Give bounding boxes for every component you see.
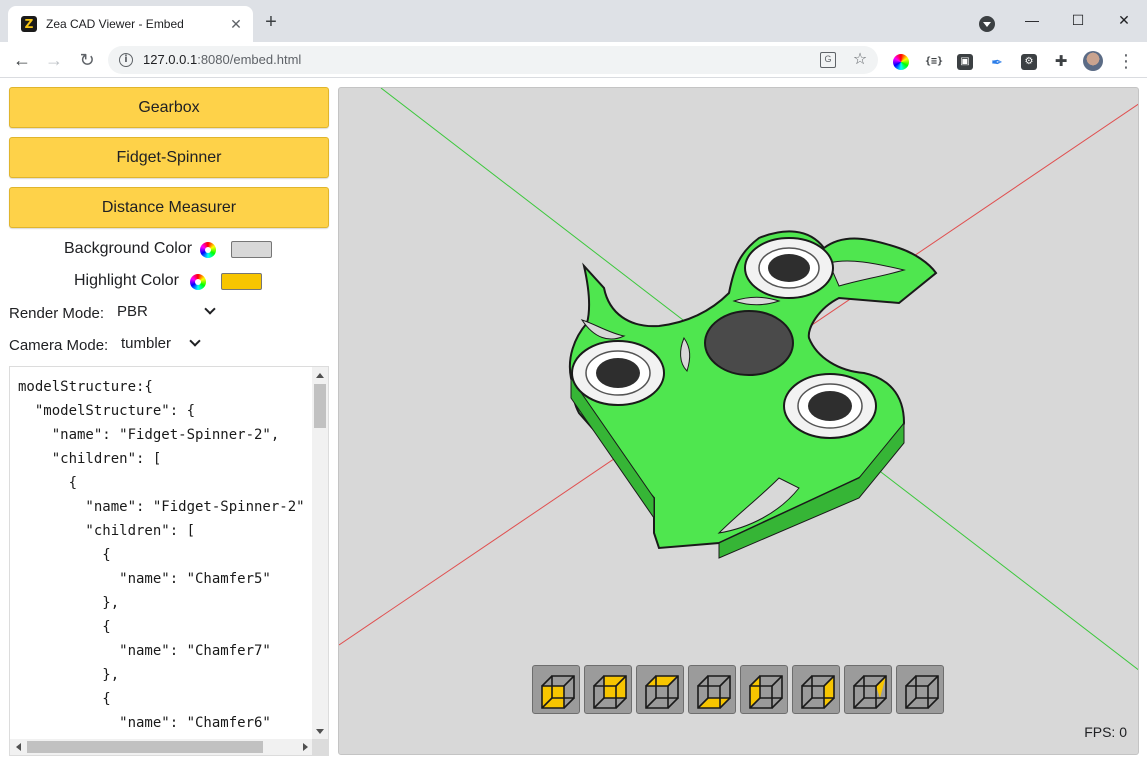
- code-line: "name": "Fidget-Spinner-2",: [18, 427, 280, 443]
- bottom-view-icon: [697, 675, 731, 709]
- back-view-icon: [593, 675, 627, 709]
- tab-close-icon[interactable]: ✕: [227, 15, 245, 33]
- code-line: },: [18, 595, 120, 611]
- cad-viewport[interactable]: FPS: 0: [338, 87, 1139, 755]
- camera-mode-label: Camera Mode:: [9, 337, 109, 354]
- bookmark-star-icon[interactable]: ☆: [852, 52, 868, 68]
- scroll-right-icon[interactable]: [303, 743, 308, 751]
- background-color-input[interactable]: [231, 241, 272, 258]
- browser-tab[interactable]: Z Zea CAD Viewer - Embed ✕: [8, 6, 253, 42]
- profile-avatar[interactable]: [1083, 51, 1103, 71]
- new-tab-button[interactable]: +: [261, 12, 281, 32]
- address-bar[interactable]: i 127.0.0.1:8080/embed.html G ☆: [108, 46, 878, 74]
- frame-view-icon: [905, 675, 939, 709]
- render-mode-label: Render Mode:: [9, 305, 105, 322]
- scroll-down-icon[interactable]: [316, 729, 324, 734]
- bottom-view-button[interactable]: [688, 665, 736, 714]
- highlight-color-row: Highlight Color: [0, 270, 338, 294]
- model-structure-text: modelStructure:{ "modelStructure": { "na…: [18, 375, 314, 739]
- right-view-icon: [801, 675, 835, 709]
- zea-favicon-icon: Z: [21, 16, 37, 32]
- puzzle-extensions-icon[interactable]: ✚: [1053, 54, 1069, 70]
- code-line: {: [18, 547, 111, 563]
- highlight-color-input[interactable]: [221, 273, 262, 290]
- json-viewer-icon[interactable]: {≡}: [925, 54, 943, 70]
- highlight-color-label: Highlight Color: [74, 272, 179, 289]
- code-line: {: [18, 475, 78, 491]
- left-view-button[interactable]: [740, 665, 788, 714]
- close-icon[interactable]: ✕: [1101, 6, 1147, 34]
- code-line: "name": "Chamfer6": [18, 715, 271, 731]
- vertical-scrollbar[interactable]: [312, 367, 328, 740]
- perspective-view-button[interactable]: [844, 665, 892, 714]
- horizontal-scrollbar[interactable]: [10, 739, 314, 755]
- fidget-spinner-model[interactable]: [568, 230, 938, 559]
- site-info-icon[interactable]: i: [119, 53, 133, 67]
- left-view-icon: [749, 675, 783, 709]
- background-color-row: Background Color: [0, 238, 338, 262]
- code-line: modelStructure:{: [18, 379, 153, 395]
- right-view-button[interactable]: [792, 665, 840, 714]
- scroll-corner: [312, 739, 328, 755]
- translate-icon[interactable]: G: [820, 52, 836, 68]
- scroll-left-icon[interactable]: [16, 743, 21, 751]
- browser-tabstrip: Z Zea CAD Viewer - Embed ✕ + — ☐ ✕: [0, 0, 1147, 42]
- fps-counter: FPS: 0: [1084, 724, 1127, 740]
- back-view-button[interactable]: [584, 665, 632, 714]
- url-path: :8080/embed.html: [197, 52, 302, 67]
- maximize-icon[interactable]: ☐: [1055, 6, 1101, 34]
- code-line: "modelStructure": {: [18, 403, 196, 419]
- frame-view-button[interactable]: [896, 665, 944, 714]
- forward-arrow-icon[interactable]: →: [42, 48, 66, 72]
- tab-search-icon[interactable]: [979, 16, 995, 32]
- bearing-top[interactable]: [744, 237, 834, 299]
- code-line: {: [18, 619, 111, 635]
- code-line: {: [18, 691, 111, 707]
- control-panel: Gearbox Fidget-Spinner Distance Measurer…: [0, 79, 338, 764]
- feather-icon[interactable]: ✒: [989, 54, 1005, 70]
- scroll-up-icon[interactable]: [316, 373, 324, 378]
- code-line: "name": "Chamfer5": [18, 571, 271, 587]
- hub-extension-icon[interactable]: ⚙: [1021, 54, 1037, 70]
- model-structure-output[interactable]: modelStructure:{ "modelStructure": { "na…: [9, 366, 329, 756]
- center-hub[interactable]: [704, 310, 794, 376]
- vertical-scroll-thumb[interactable]: [314, 384, 326, 428]
- bearing-left[interactable]: [571, 340, 665, 406]
- bearing-right[interactable]: [783, 373, 877, 439]
- fidget-spinner-button[interactable]: Fidget-Spinner: [9, 137, 329, 178]
- distance-measurer-button[interactable]: Distance Measurer: [9, 187, 329, 228]
- url-text[interactable]: 127.0.0.1:8080/embed.html: [143, 52, 301, 67]
- background-color-label: Background Color: [64, 240, 193, 257]
- render-mode-select[interactable]: PBR: [113, 301, 219, 323]
- minimize-icon[interactable]: —: [1009, 6, 1055, 34]
- color-picker-icon[interactable]: [893, 54, 909, 70]
- back-arrow-icon[interactable]: ←: [10, 48, 34, 72]
- top-view-button[interactable]: [636, 665, 684, 714]
- gearbox-button[interactable]: Gearbox: [9, 87, 329, 128]
- perspective-view-icon: [853, 675, 887, 709]
- browser-menu-icon[interactable]: ⋮: [1117, 50, 1135, 72]
- top-view-icon: [645, 675, 679, 709]
- scene-canvas[interactable]: [339, 88, 1139, 755]
- code-line: },: [18, 667, 120, 683]
- code-line: "children": [: [18, 451, 162, 467]
- url-host: 127.0.0.1: [143, 52, 198, 67]
- code-line: "children": [: [18, 523, 196, 539]
- color-wheel-icon: [200, 242, 216, 258]
- front-view-icon: [541, 675, 575, 709]
- color-wheel-icon: [190, 274, 206, 290]
- browser-toolbar: ← → ↻ i 127.0.0.1:8080/embed.html G ☆ {≡…: [0, 42, 1147, 78]
- tab-title: Zea CAD Viewer - Embed: [46, 17, 184, 31]
- front-view-button[interactable]: [532, 665, 580, 714]
- horizontal-scroll-thumb[interactable]: [27, 741, 263, 753]
- code-line: "name": "Chamfer7": [18, 643, 271, 659]
- reload-icon[interactable]: ↻: [75, 48, 99, 72]
- devtools-extension-icon[interactable]: ▣: [957, 54, 973, 70]
- code-line: "name": "Fidget-Spinner-2": [18, 499, 305, 515]
